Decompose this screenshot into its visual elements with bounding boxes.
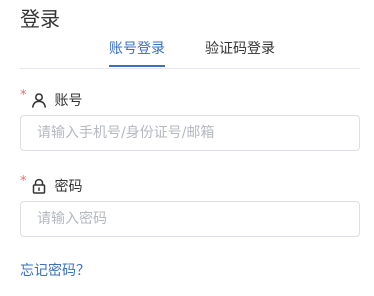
- account-label-row: * 账号: [20, 88, 83, 110]
- forgot-password-link[interactable]: 忘记密码？: [20, 262, 90, 280]
- tab-code-login-label: 验证码登录: [205, 41, 275, 57]
- tab-account-login[interactable]: 账号登录: [109, 38, 165, 67]
- lock-icon: [31, 178, 47, 194]
- required-mark: *: [20, 88, 27, 103]
- password-label: 密码: [54, 179, 83, 195]
- tab-code-login[interactable]: 验证码登录: [205, 38, 275, 66]
- tab-account-login-label: 账号登录: [109, 41, 165, 57]
- active-tab-indicator: [109, 65, 165, 67]
- page-title: 登录: [20, 7, 60, 31]
- account-input[interactable]: [20, 115, 360, 151]
- required-mark: *: [20, 174, 27, 189]
- password-label-row: * 密码: [20, 174, 83, 196]
- password-input[interactable]: [20, 201, 360, 237]
- login-tabs: 账号登录 验证码登录: [20, 38, 360, 69]
- user-icon: [31, 92, 47, 108]
- account-label: 账号: [54, 93, 83, 109]
